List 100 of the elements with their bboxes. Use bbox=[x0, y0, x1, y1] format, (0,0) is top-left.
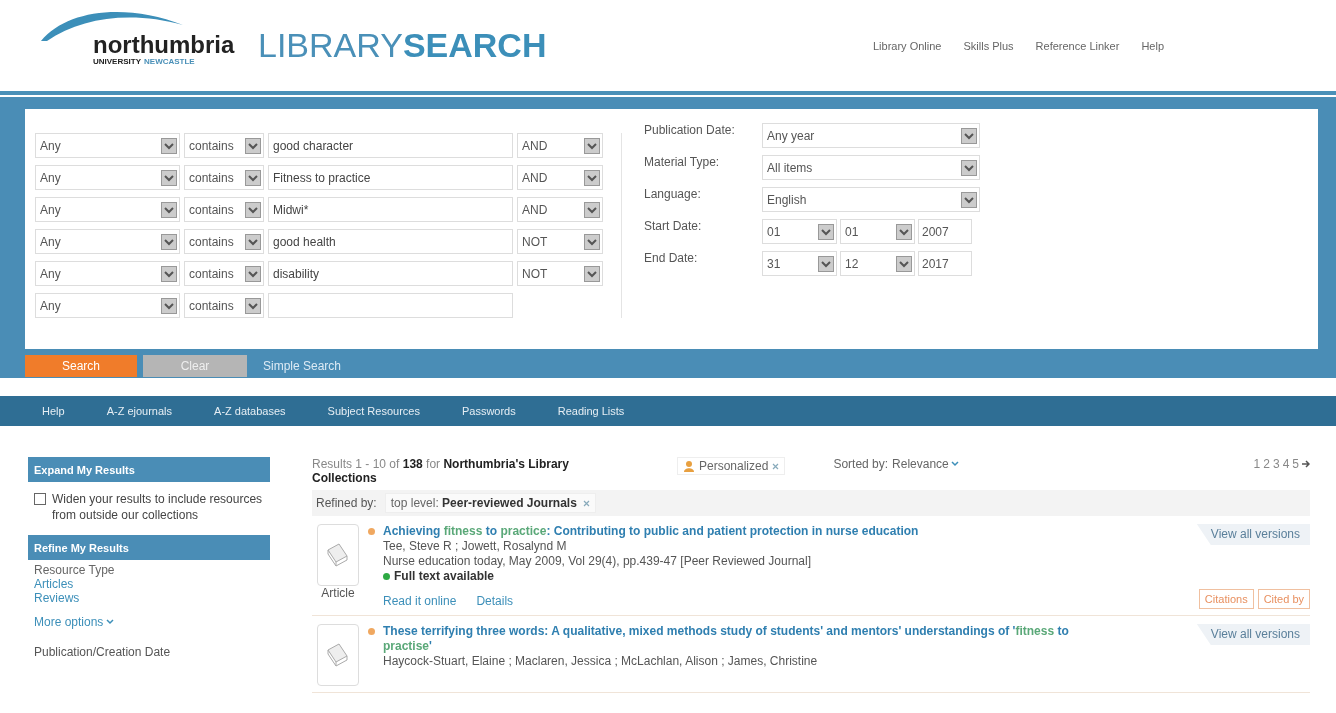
bullet-icon bbox=[368, 528, 375, 535]
personalized-chip[interactable]: Personalized bbox=[677, 457, 786, 475]
dropdown[interactable]: All items bbox=[762, 155, 980, 180]
search-field[interactable]: good character bbox=[268, 133, 513, 158]
dropdown[interactable]: contains bbox=[184, 261, 264, 286]
dropdown[interactable]: English bbox=[762, 187, 980, 212]
caret-icon bbox=[248, 141, 258, 150]
filter-label: End Date: bbox=[644, 251, 699, 265]
nav-link[interactable]: Reading Lists bbox=[557, 405, 625, 417]
dropdown[interactable]: contains bbox=[184, 165, 264, 190]
nav-link[interactable]: A-Z databases bbox=[214, 405, 286, 417]
caret-icon bbox=[821, 259, 831, 268]
caret-icon bbox=[248, 301, 258, 310]
search-field[interactable]: good health bbox=[268, 229, 513, 254]
results-summary: Results 1 - 10 of 138 for Northumbria's Library Collections bbox=[312, 457, 570, 486]
page-link[interactable]: 3 bbox=[1272, 457, 1280, 471]
dropdown[interactable]: 12 bbox=[840, 251, 915, 276]
search-field[interactable] bbox=[268, 293, 513, 318]
caret-icon bbox=[964, 163, 974, 172]
dropdown[interactable]: AND bbox=[517, 165, 603, 190]
availability-text: Full text available bbox=[394, 569, 495, 584]
filter-label: Language: bbox=[644, 187, 702, 201]
user-icon bbox=[683, 460, 695, 472]
nav-link[interactable]: Passwords bbox=[461, 405, 516, 417]
result-title[interactable]: Achieving fitness to practice: Contributing to public and patient protection in nurse education bbox=[383, 524, 1103, 539]
caret-icon bbox=[587, 205, 597, 214]
nav-link[interactable]: A-Z ejournals bbox=[106, 405, 173, 417]
header-link[interactable]: Help bbox=[1139, 39, 1166, 52]
result-authors: Haycock-Stuart, Elaine ; Maclaren, Jessica ; McLachlan, Alison ; James, Christine bbox=[383, 654, 819, 669]
sort-label: Sorted by: bbox=[833, 457, 889, 471]
year-field[interactable]: 2017 bbox=[918, 251, 972, 276]
caret-icon bbox=[899, 227, 909, 236]
page-link[interactable]: 2 bbox=[1263, 457, 1270, 471]
checkbox[interactable] bbox=[34, 493, 46, 505]
header-link[interactable]: Skills Plus bbox=[961, 39, 1016, 52]
year-field[interactable]: 2007 bbox=[918, 219, 972, 244]
dropdown[interactable]: Any bbox=[35, 229, 180, 254]
caret-icon bbox=[106, 619, 115, 626]
dropdown[interactable]: Any bbox=[35, 133, 180, 158]
logo-subtitle: UNIVERSITY bbox=[93, 56, 141, 67]
close-icon bbox=[772, 462, 780, 470]
dropdown[interactable]: AND bbox=[517, 133, 603, 158]
caret-icon bbox=[164, 269, 174, 278]
facet-link[interactable]: Reviews bbox=[28, 591, 270, 606]
caret-icon bbox=[950, 461, 959, 467]
result-link[interactable]: Read it online bbox=[383, 594, 457, 609]
nav-link[interactable]: Help bbox=[42, 405, 65, 417]
facet-heading: Resource Type bbox=[33, 562, 116, 578]
result-source: Nurse education today, May 2009, Vol 29(4), pp.439-47 [Peer Reviewed Journal] bbox=[383, 554, 813, 569]
result-authors: Tee, Steve R ; Jowett, Rosalynd M bbox=[383, 539, 568, 554]
site-title: SEARCH bbox=[402, 26, 547, 65]
result-link[interactable]: Details bbox=[476, 594, 514, 609]
caret-icon bbox=[899, 259, 909, 268]
logo-text: northumbria bbox=[93, 32, 236, 57]
section-header: Refine My Results bbox=[28, 535, 270, 561]
nav-link[interactable]: Subject Resources bbox=[327, 405, 420, 417]
dropdown[interactable]: 31 bbox=[762, 251, 837, 276]
caret-icon bbox=[164, 173, 174, 182]
page-link[interactable]: 1 bbox=[1253, 457, 1261, 471]
caret-icon bbox=[248, 237, 258, 246]
caret-icon bbox=[821, 227, 831, 236]
caret-icon bbox=[248, 173, 258, 182]
more-options-link[interactable]: More options bbox=[28, 605, 115, 630]
dropdown[interactable]: Any bbox=[35, 293, 180, 318]
caret-icon bbox=[964, 131, 974, 140]
page-link[interactable]: 4 bbox=[1282, 457, 1290, 471]
result-title[interactable]: These terrifying three words: A qualitative, mixed methods study of students' and mentors' understandings of 'fitness to practise' bbox=[383, 624, 1103, 654]
dropdown[interactable]: Any bbox=[35, 165, 180, 190]
dropdown[interactable]: contains bbox=[184, 229, 264, 254]
dropdown[interactable]: contains bbox=[184, 197, 264, 222]
header-link[interactable]: Library Online bbox=[871, 39, 944, 52]
caret-icon bbox=[587, 269, 597, 278]
dropdown[interactable]: NOT bbox=[517, 229, 603, 254]
caret-icon bbox=[164, 301, 174, 310]
dropdown[interactable]: AND bbox=[517, 197, 603, 222]
dropdown[interactable]: Any bbox=[35, 261, 180, 286]
versions-tab[interactable]: View all versions bbox=[1196, 624, 1310, 645]
dropdown[interactable]: NOT bbox=[517, 261, 603, 286]
dropdown[interactable]: Any year bbox=[762, 123, 980, 148]
search-field[interactable]: disability bbox=[268, 261, 513, 286]
filter-label: Material Type: bbox=[644, 155, 721, 169]
caret-icon bbox=[248, 269, 258, 278]
search-field[interactable]: Fitness to practice bbox=[268, 165, 513, 190]
caret-icon bbox=[164, 205, 174, 214]
dropdown[interactable]: contains bbox=[184, 293, 264, 318]
dropdown[interactable]: 01 bbox=[840, 219, 915, 244]
caret-icon bbox=[964, 195, 974, 204]
caret-icon bbox=[248, 205, 258, 214]
facet-link[interactable]: Articles bbox=[28, 577, 270, 592]
dropdown[interactable]: Any bbox=[35, 197, 180, 222]
dropdown[interactable]: 01 bbox=[762, 219, 837, 244]
next-arrow-icon[interactable] bbox=[1302, 460, 1310, 468]
dropdown[interactable]: contains bbox=[184, 133, 264, 158]
filter-chip[interactable]: top level: Peer-reviewed Journals bbox=[384, 493, 596, 513]
caret-icon bbox=[587, 173, 597, 182]
sort-dropdown[interactable]: Relevance bbox=[892, 457, 959, 471]
header-link[interactable]: Reference Linker bbox=[1033, 39, 1122, 52]
versions-tab[interactable]: View all versions bbox=[1196, 524, 1310, 545]
page-link[interactable]: 5 bbox=[1292, 457, 1299, 471]
search-field[interactable]: Midwi* bbox=[268, 197, 513, 222]
